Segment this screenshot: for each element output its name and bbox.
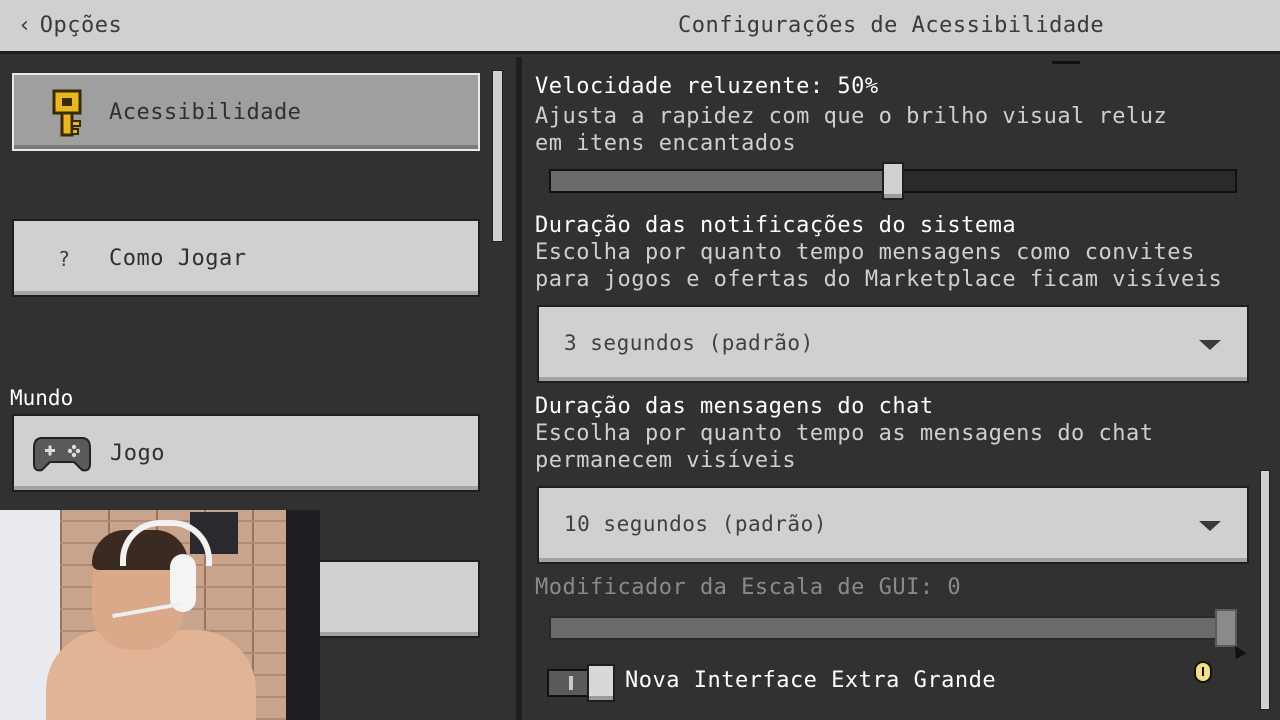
back-button[interactable]: ‹ Opções: [18, 13, 122, 38]
sidebar-item-label: Como Jogar: [109, 246, 247, 271]
toggle-pip: [569, 676, 573, 690]
sidebar-item-partial[interactable]: [320, 560, 480, 638]
webcam-overlay: [0, 510, 320, 720]
gui-scale-slider[interactable]: [549, 616, 1237, 640]
chat-duration-title: Duração das mensagens do chat: [535, 394, 934, 419]
webcam-door: [286, 510, 320, 720]
chevron-down-icon: [1199, 521, 1221, 531]
controller-icon: [33, 437, 91, 472]
extra-large-ui-toggle[interactable]: [547, 664, 615, 702]
info-icon[interactable]: [1194, 661, 1212, 683]
glint-speed-description-2: em itens encantados: [535, 131, 797, 156]
sidebar-item-game[interactable]: Jogo: [12, 414, 480, 492]
chevron-down-icon: [1199, 340, 1221, 350]
sidebar-item-how-to-play[interactable]: ? Como Jogar: [12, 219, 480, 297]
chat-duration-description-2: permanecem visíveis: [535, 448, 797, 473]
question-icon: ?: [58, 247, 71, 271]
sidebar-item-label: Jogo: [110, 441, 165, 466]
gui-scale-slider-thumb[interactable]: [1215, 609, 1237, 647]
settings-panel: Velocidade reluzente: 50% Ajusta a rapid…: [522, 57, 1280, 720]
notification-duration-description: Escolha por quanto tempo mensagens como …: [535, 240, 1195, 265]
notification-duration-dropdown[interactable]: 3 segundos (padrão): [537, 305, 1249, 383]
top-bar: ‹ Opções Configurações de Acessibilidade: [0, 0, 1280, 54]
page-title: Configurações de Acessibilidade: [678, 13, 1105, 38]
section-label-world: Mundo: [10, 386, 74, 410]
scroll-indicator: [1052, 61, 1080, 64]
key-icon: [52, 89, 82, 137]
dropdown-value: 10 segundos (padrão): [564, 512, 827, 536]
glint-speed-description: Ajusta a rapidez com que o brilho visual…: [535, 104, 1168, 129]
glint-speed-slider-thumb[interactable]: [882, 162, 904, 200]
dropdown-value: 3 segundos (padrão): [564, 331, 814, 355]
sidebar-item-label: Acessibilidade: [109, 100, 302, 125]
sidebar-scrollbar[interactable]: [492, 70, 503, 242]
gui-scale-title: Modificador da Escala de GUI: 0: [535, 575, 962, 600]
chevron-left-icon: ‹: [18, 13, 32, 38]
notification-duration-title: Duração das notificações do sistema: [535, 213, 1017, 238]
extra-large-ui-label: Nova Interface Extra Grande: [625, 668, 997, 693]
chat-duration-dropdown[interactable]: 10 segundos (padrão): [537, 486, 1249, 564]
notification-duration-description-2: para jogos e ofertas do Marketplace fica…: [535, 267, 1223, 292]
back-label: Opções: [39, 13, 123, 38]
chat-duration-description: Escolha por quanto tempo as mensagens do…: [535, 421, 1154, 446]
settings-scrollbar[interactable]: [1260, 470, 1270, 710]
glint-speed-title: Velocidade reluzente: 50%: [535, 74, 879, 99]
slider-empty: [893, 171, 1235, 191]
slider-fill: [551, 171, 893, 191]
toggle-knob: [587, 664, 615, 702]
sidebar-item-accessibility[interactable]: Acessibilidade: [12, 73, 480, 151]
slider-fill: [551, 618, 1235, 638]
